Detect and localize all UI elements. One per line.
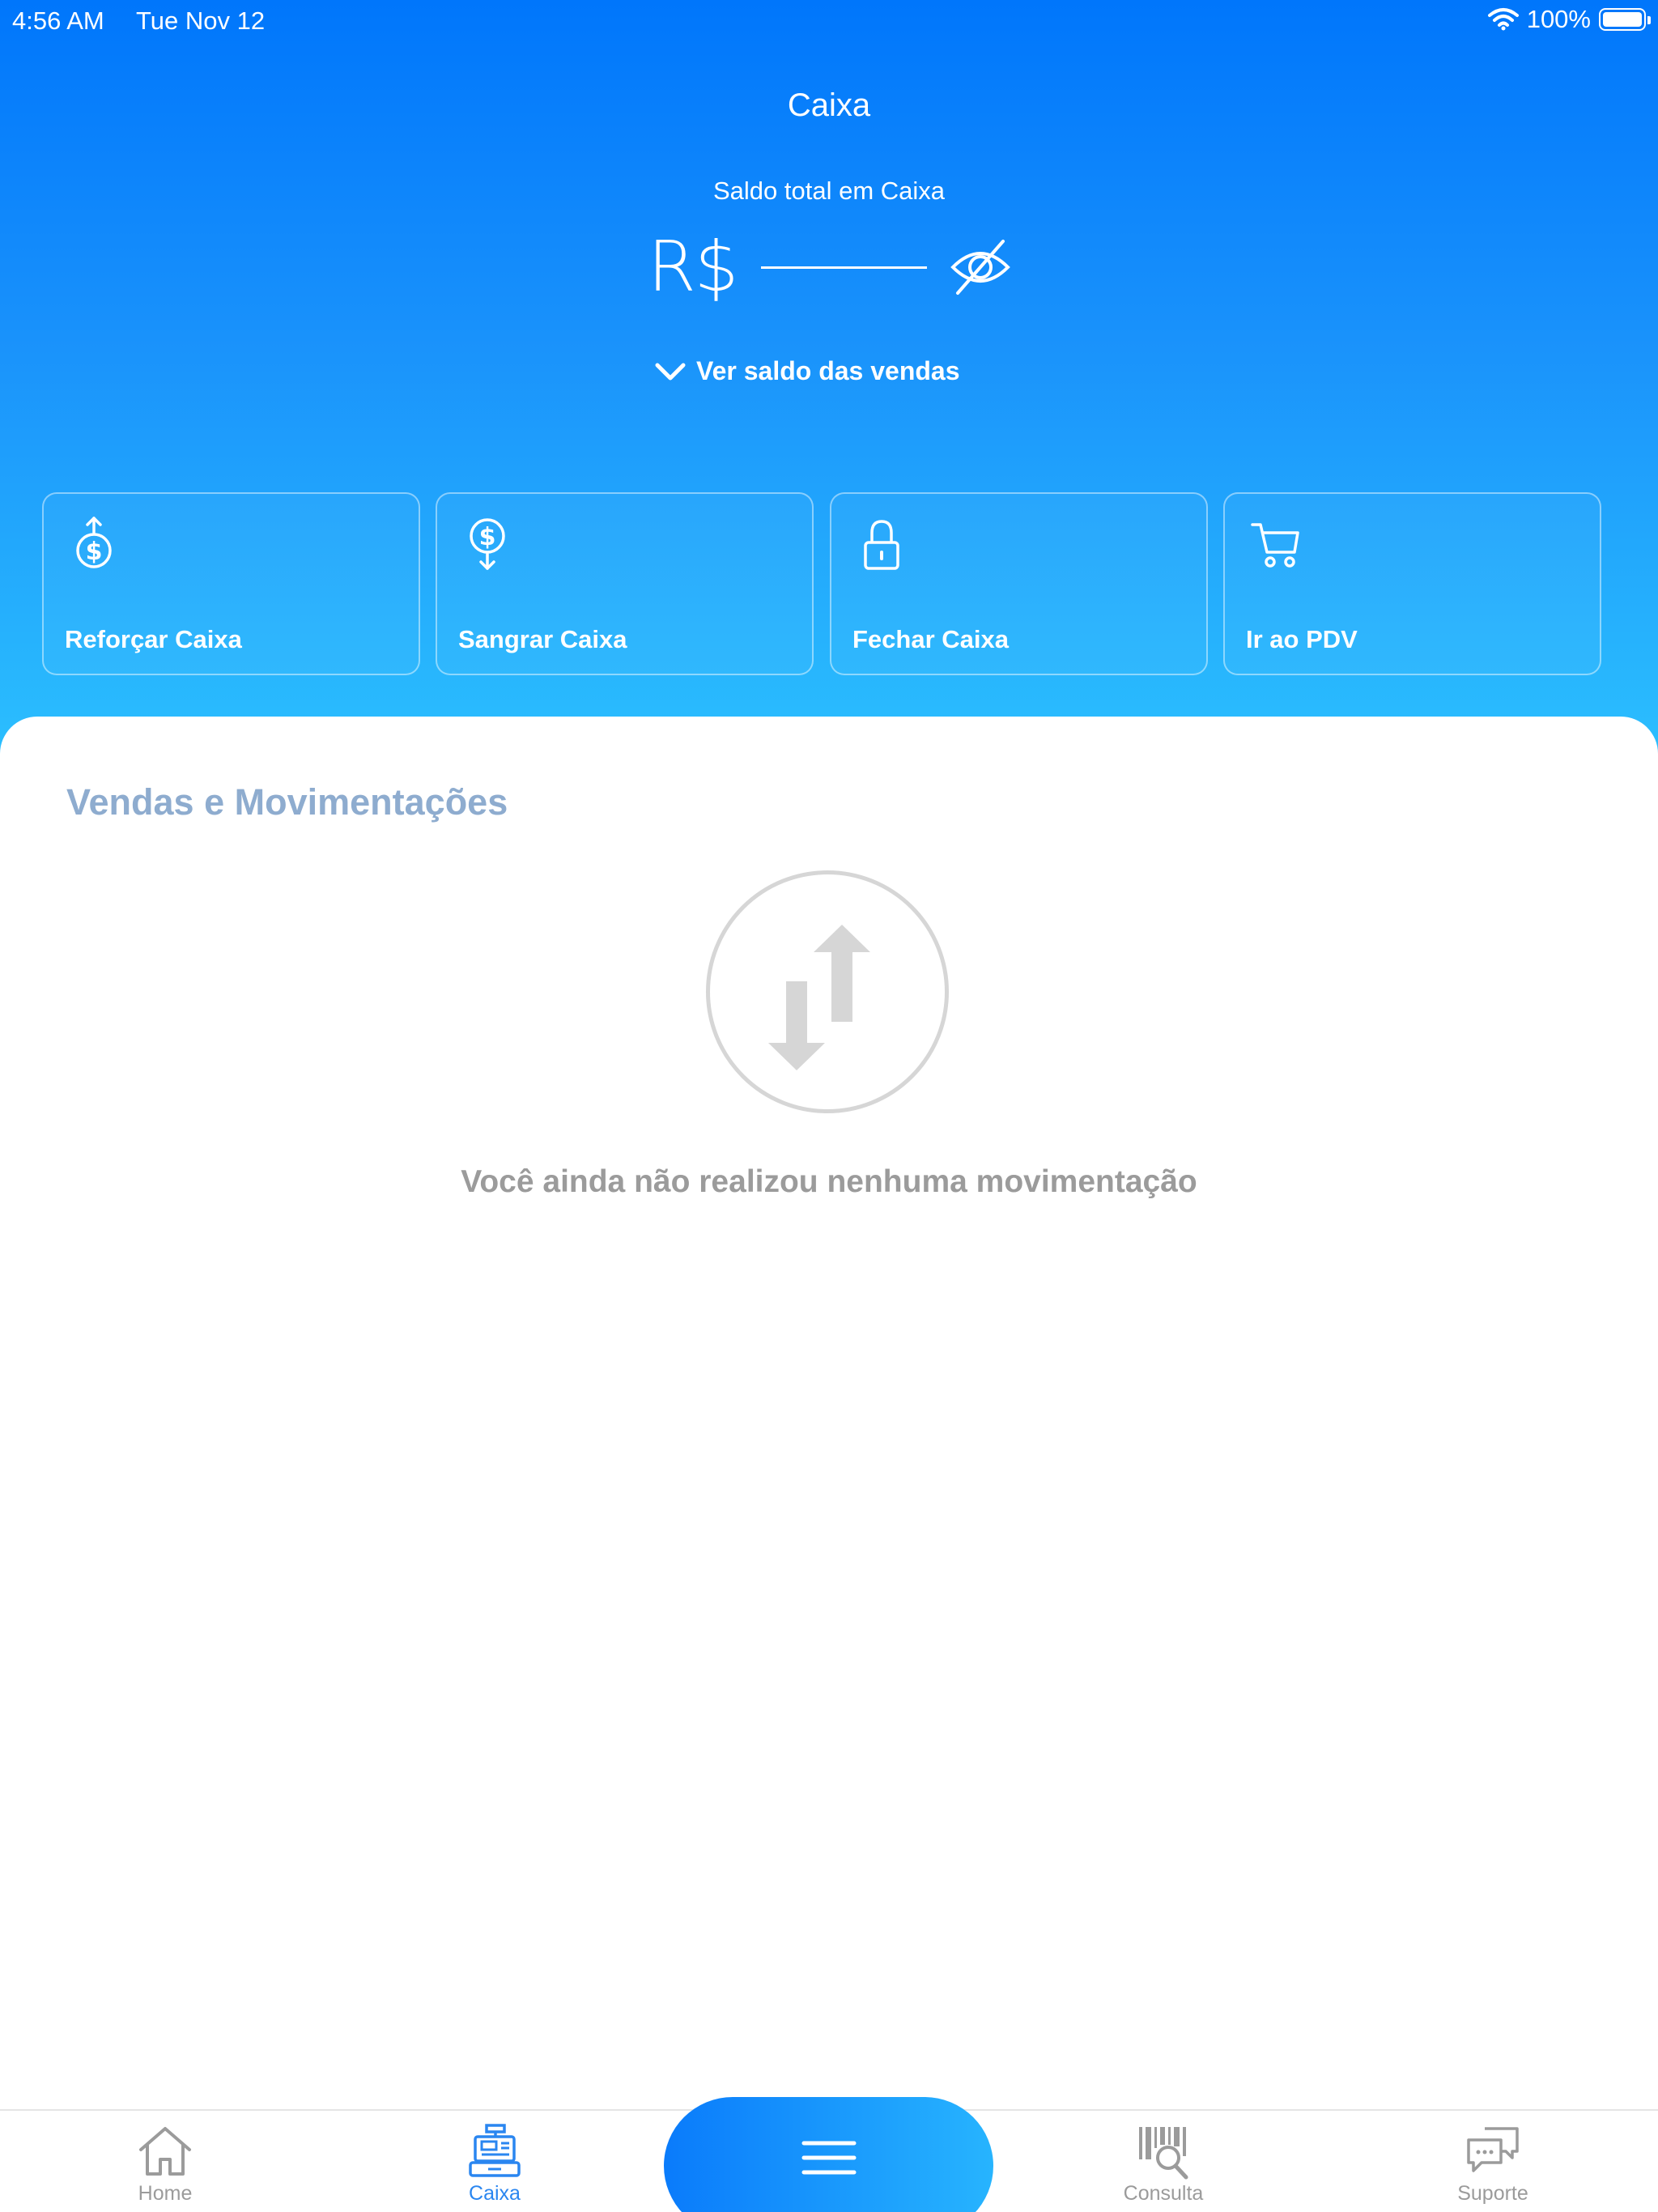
barcode-search-icon: [1139, 2127, 1188, 2180]
transfer-arrows-icon: [768, 925, 870, 1070]
fechar-caixa-button[interactable]: Fechar Caixa: [830, 492, 1208, 675]
tab-suporte[interactable]: Suporte: [1428, 2122, 1558, 2211]
menu-icon: [801, 2141, 857, 2175]
movements-panel: Vendas e Movimentações Você ainda não re…: [0, 717, 1658, 2109]
tab-home[interactable]: Home: [100, 2122, 230, 2211]
tab-caixa[interactable]: Caixa: [430, 2122, 559, 2211]
reforcar-caixa-label: Reforçar Caixa: [65, 625, 242, 653]
sangrar-caixa-button[interactable]: $ Sangrar Caixa: [436, 492, 814, 675]
status-bar: 4:56 AM Tue Nov 12 100%: [0, 0, 1658, 40]
status-date: Tue Nov 12: [136, 6, 266, 35]
cash-register-icon: [469, 2124, 521, 2177]
eye-slash-icon[interactable]: [948, 235, 1013, 300]
menu-button[interactable]: [664, 2097, 993, 2212]
home-icon: [139, 2127, 191, 2176]
header: 4:56 AM Tue Nov 12 100% Caixa Saldo tota…: [0, 0, 1658, 777]
currency-symbol: R$: [648, 227, 738, 308]
money-in-icon: $: [76, 517, 112, 568]
battery-icon: [1599, 8, 1651, 31]
balance-label: Saldo total em Caixa: [712, 177, 946, 205]
toggle-sales-balance[interactable]: Ver saldo das vendas: [654, 356, 960, 386]
ir-ao-pdv-label: Ir ao PDV: [1246, 625, 1358, 653]
ir-ao-pdv-button[interactable]: Ir ao PDV: [1223, 492, 1601, 675]
reforcar-caixa-button[interactable]: $ Reforçar Caixa: [42, 492, 420, 675]
hidden-balance-mask: [761, 266, 928, 269]
tab-consulta[interactable]: Consulta: [1099, 2122, 1228, 2211]
status-indicators: 100%: [1487, 5, 1651, 34]
tab-caixa-label: Caixa: [469, 2182, 521, 2205]
empty-state-message: Você ainda não realizou nenhuma moviment…: [461, 1164, 1197, 1199]
status-time: 4:56 AM: [12, 6, 104, 35]
battery-percent: 100%: [1526, 5, 1591, 33]
svg-text:$: $: [479, 523, 496, 551]
lock-icon: [864, 520, 899, 570]
wifi-icon: [1487, 8, 1519, 31]
empty-state-illustration: [706, 870, 949, 1113]
toggle-sales-label: Ver saldo das vendas: [696, 356, 960, 385]
money-out-icon: $: [470, 518, 505, 570]
movements-title: Vendas e Movimentações: [66, 781, 508, 823]
page-title: Caixa: [787, 87, 871, 123]
balance-row: R$: [648, 227, 1013, 308]
chat-bubbles-icon: [1467, 2127, 1519, 2172]
tab-home-label: Home: [138, 2182, 193, 2205]
chevron-down-icon: [655, 363, 686, 380]
tab-suporte-label: Suporte: [1457, 2182, 1528, 2205]
tab-consulta-label: Consulta: [1123, 2182, 1204, 2205]
cart-icon: [1251, 523, 1299, 568]
svg-text:$: $: [86, 538, 103, 566]
sangrar-caixa-label: Sangrar Caixa: [458, 625, 627, 653]
fechar-caixa-label: Fechar Caixa: [852, 625, 1009, 653]
